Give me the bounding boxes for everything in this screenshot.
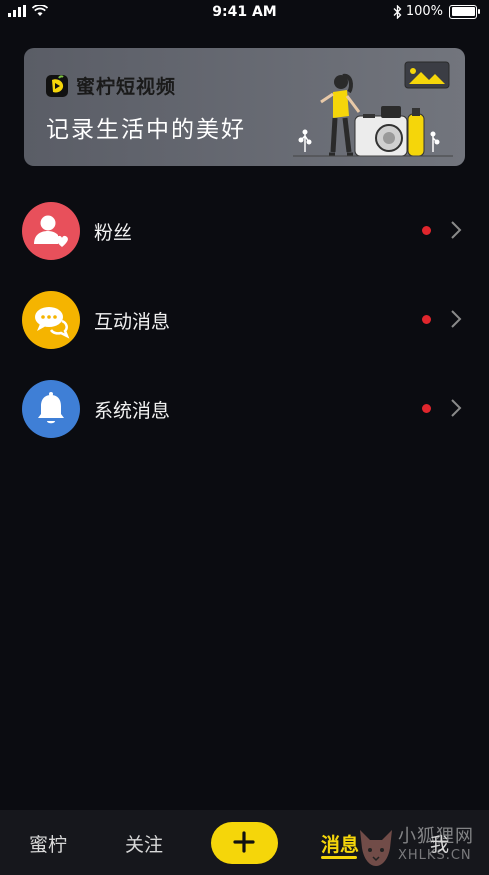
banner-slogan: 记录生活中的美好 xyxy=(46,117,246,143)
fans-icon xyxy=(22,202,80,260)
chat-bubbles-icon xyxy=(22,291,80,349)
brand-name: 蜜柠短视频 xyxy=(76,76,177,98)
add-video-button[interactable] xyxy=(211,822,278,864)
brand-logo-icon xyxy=(46,74,68,97)
chevron-right-icon xyxy=(451,310,462,328)
message-item[interactable]: 粉丝 xyxy=(0,191,489,271)
message-item[interactable]: 系统消息 xyxy=(0,369,489,449)
photographer-illustration-icon xyxy=(293,61,453,157)
tab-following[interactable]: 关注 xyxy=(125,830,163,857)
unread-dot xyxy=(422,315,431,324)
message-label: 粉丝 xyxy=(94,222,133,244)
message-label: 系统消息 xyxy=(94,400,171,422)
chevron-right-icon xyxy=(451,399,462,417)
brand: 蜜柠短视频 xyxy=(46,72,176,99)
bluetooth-icon xyxy=(393,4,402,19)
status-bar: 9:41 AM 100% xyxy=(0,0,489,26)
plus-icon xyxy=(233,831,255,853)
watermark-domain: XHLKS.CN xyxy=(398,848,472,863)
watermark-title: 小狐狸网 xyxy=(398,826,474,847)
battery-icon xyxy=(449,4,480,19)
unread-dot xyxy=(422,404,431,413)
chevron-right-icon xyxy=(451,221,462,239)
tab-home[interactable]: 蜜柠 xyxy=(29,830,67,857)
promo-banner[interactable]: 蜜柠短视频 记录生活中的美好 xyxy=(24,48,465,166)
active-tab-indicator xyxy=(321,856,357,859)
battery-percent: 100% xyxy=(405,4,443,19)
message-item[interactable]: 互动消息 xyxy=(0,280,489,360)
message-label: 互动消息 xyxy=(94,311,171,333)
fox-logo-icon xyxy=(360,830,392,866)
bell-icon xyxy=(22,380,80,438)
tab-messages[interactable]: 消息 xyxy=(321,830,359,857)
battery-fill xyxy=(451,7,475,16)
unread-dot xyxy=(422,226,431,235)
watermark: 小狐狸网 XHLKS.CN xyxy=(356,818,489,875)
